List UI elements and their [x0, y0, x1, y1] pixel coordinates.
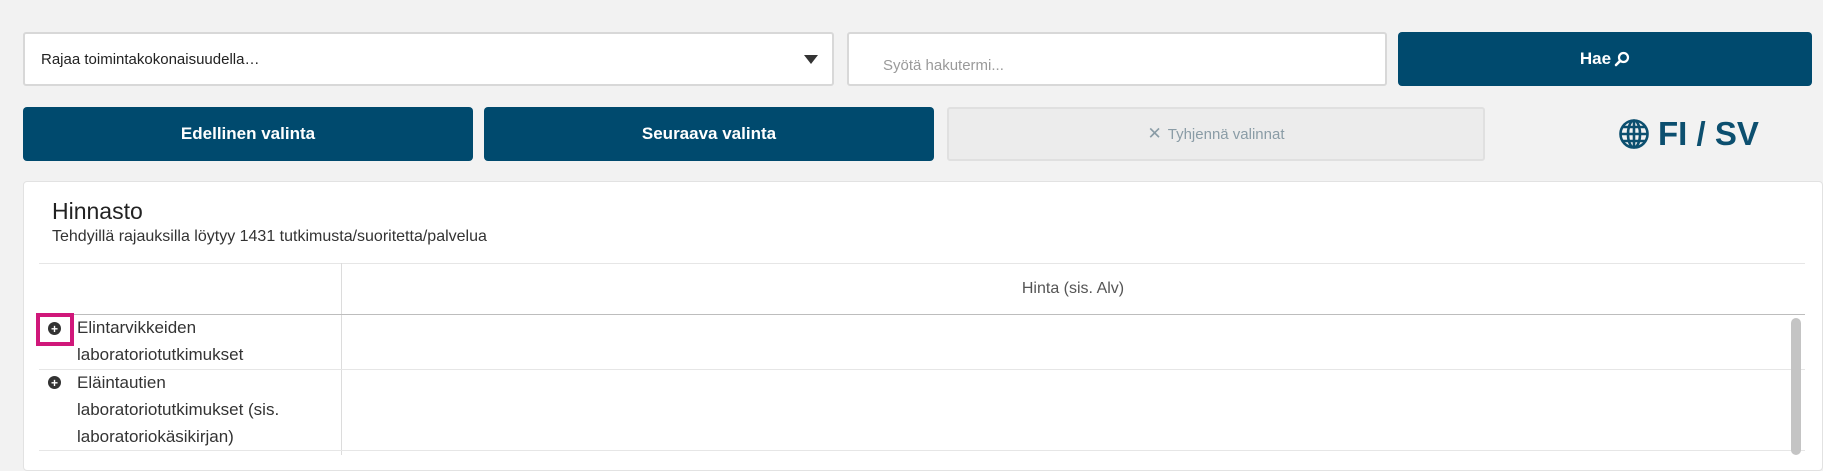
- expand-plus-icon[interactable]: +: [48, 376, 61, 389]
- search-button[interactable]: Hae: [1398, 32, 1812, 86]
- row-label-line: Eläintautien: [77, 373, 166, 392]
- row-label-line: Elintarvikkeiden: [77, 318, 197, 337]
- close-icon: ✕: [1147, 124, 1162, 143]
- next-selection-button[interactable]: Seuraava valinta: [484, 107, 934, 161]
- clear-selections-button[interactable]: ✕ Tyhjennä valinnat: [947, 107, 1485, 161]
- next-selection-label: Seuraava valinta: [641, 124, 777, 143]
- search-icon: [1614, 51, 1630, 67]
- clear-selections-label: Tyhjennä valinnat: [1167, 125, 1285, 143]
- chevron-down-icon: [804, 55, 818, 64]
- expand-plus-icon[interactable]: +: [48, 322, 61, 335]
- results-count-text: Tehdyillä rajauksilla löytyy 1431 tutkim…: [52, 228, 487, 245]
- row-label-line: laboratoriokäsikirjan): [77, 427, 234, 446]
- table-row[interactable]: Eläintautien laboratoriotutkimukset (sis…: [77, 369, 337, 450]
- language-label: FI / SV: [1658, 115, 1759, 152]
- price-column-header: Hinta (sis. Alv): [1021, 280, 1125, 297]
- globe-icon: [1619, 119, 1649, 149]
- previous-selection-label: Edellinen valinta: [180, 124, 316, 143]
- row-label-line: laboratoriotutkimukset: [77, 345, 244, 364]
- row-label-line: laboratoriotutkimukset (sis.: [77, 400, 280, 419]
- search-button-label: Hae: [1579, 49, 1612, 68]
- table-row[interactable]: Elintarvikkeiden laboratoriotutkimukset: [77, 314, 337, 368]
- category-select-value: Rajaa toimintakokonaisuudella…: [41, 50, 260, 68]
- language-switcher[interactable]: FI / SV: [1618, 112, 1759, 156]
- category-select[interactable]: Rajaa toimintakokonaisuudella…: [23, 32, 834, 86]
- search-input[interactable]: [847, 32, 1387, 86]
- page-title: Hinnasto: [52, 198, 143, 224]
- previous-selection-button[interactable]: Edellinen valinta: [23, 107, 473, 161]
- row-divider: [39, 450, 1805, 451]
- scrollbar-thumb[interactable]: [1791, 318, 1801, 455]
- table-top-border: [39, 263, 1805, 264]
